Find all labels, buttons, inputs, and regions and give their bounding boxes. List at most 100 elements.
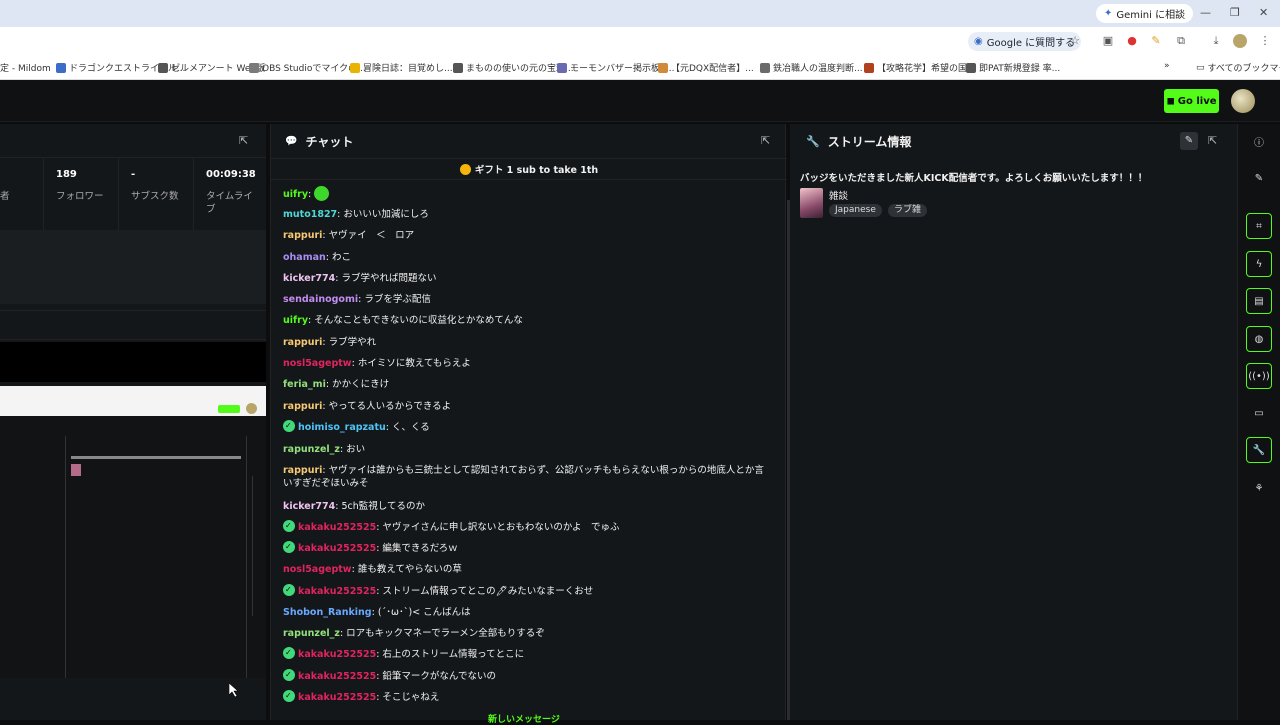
- chat-username[interactable]: rappuri: [283, 401, 322, 412]
- chat-username[interactable]: nosl5ageptw: [283, 358, 352, 369]
- stats-panel-header: ⇱: [0, 124, 266, 158]
- restore-icon[interactable]: ❐: [1230, 6, 1240, 19]
- chat-text: : 編集できるだろｗ: [376, 543, 458, 554]
- stream-preview[interactable]: [0, 386, 266, 678]
- chat-username[interactable]: kakaku252525: [298, 649, 376, 660]
- chat-text: : ヤヴァイ ＜ ロア: [322, 230, 415, 241]
- stat-label: フォロワー: [56, 191, 104, 202]
- chat-username[interactable]: ohaman: [283, 252, 326, 263]
- verified-badge-icon: [283, 688, 295, 704]
- stat-value: -: [131, 169, 136, 180]
- chat-message: rappuri: ラブ学やれ: [283, 335, 773, 351]
- chat-message: uifry: そんなこともできないのに収益化とかなめてんな: [283, 313, 773, 329]
- bolt-icon[interactable]: ϟ: [1246, 251, 1272, 277]
- chat-username[interactable]: kakaku252525: [298, 543, 376, 554]
- chat-username[interactable]: rappuri: [283, 337, 322, 348]
- broadcast-icon[interactable]: ((•)): [1246, 363, 1272, 389]
- bookmark-item[interactable]: 【元DQX配信者】...: [658, 61, 754, 74]
- profile-icon[interactable]: [1233, 34, 1247, 48]
- chat-message: feria_mi: かかくにきけ: [283, 377, 773, 393]
- chat-username[interactable]: feria_mi: [283, 379, 326, 390]
- share-icon[interactable]: ⚘: [1246, 475, 1272, 501]
- menu-icon[interactable]: ⋮: [1258, 34, 1272, 48]
- bookmark-favicon-icon: [658, 62, 668, 73]
- pen-extension-icon[interactable]: ✎: [1149, 34, 1163, 48]
- chat-username[interactable]: rapunzel_z: [283, 444, 340, 455]
- document-icon[interactable]: ▤: [1246, 288, 1272, 314]
- app-header: ◼ Go live: [0, 80, 1280, 122]
- close-icon[interactable]: ✕: [1259, 6, 1268, 19]
- info-icon[interactable]: ⓘ: [1246, 128, 1272, 154]
- google-lens-icon: ◉: [974, 36, 983, 47]
- chat-username[interactable]: kakaku252525: [298, 586, 376, 597]
- chat-message: kakaku252525: 鉛筆マークがなんでないの: [283, 667, 773, 685]
- chat-username[interactable]: Shobon_Ranking: [283, 607, 372, 618]
- stat-value: 189: [56, 169, 77, 180]
- chat-text: : ラブ学やれば問題ない: [335, 273, 437, 284]
- chat-message: sendainogomi: ラブを学ぶ配信: [283, 292, 773, 308]
- layers-icon[interactable]: ▭: [1246, 400, 1272, 426]
- new-messages-button[interactable]: 新しいメッセージ: [488, 712, 560, 725]
- minimize-icon[interactable]: —: [1200, 6, 1211, 19]
- tag-chip[interactable]: Japanese: [829, 204, 882, 217]
- chat-username[interactable]: uifry: [283, 189, 308, 200]
- bookmark-item[interactable]: 即PAT新規登録 率...: [966, 61, 1060, 74]
- chat-username[interactable]: rappuri: [283, 230, 322, 241]
- bookmark-favicon-icon: [966, 62, 976, 73]
- folder-icon: ▭: [1196, 62, 1205, 73]
- bookmark-item[interactable]: 冒険日誌：目覚めし...: [350, 61, 453, 74]
- popout-icon[interactable]: ⇱: [239, 134, 248, 147]
- bookmark-item[interactable]: 定 - Mildom: [0, 61, 51, 74]
- chat-username[interactable]: sendainogomi: [283, 294, 358, 305]
- chat-text: : ラブ学やれ: [322, 337, 377, 348]
- all-bookmarks[interactable]: ▭ すべてのブックマーク: [1196, 61, 1280, 75]
- chat-message: hoimiso_rapzatu: く、くる: [283, 418, 773, 436]
- chat-message: nosl5ageptw: 誰も教えてやらないの草: [283, 562, 773, 578]
- chat-username[interactable]: kakaku252525: [298, 522, 376, 533]
- star-icon[interactable]: ☆: [1068, 34, 1082, 48]
- user-avatar[interactable]: [1231, 89, 1255, 113]
- bookmark-favicon-icon: [557, 62, 567, 73]
- category-thumbnail[interactable]: [800, 188, 823, 218]
- chat-username[interactable]: kicker774: [283, 501, 335, 512]
- popout-icon[interactable]: ⇱: [761, 134, 770, 147]
- bookmarks-overflow-icon[interactable]: »: [1164, 61, 1170, 71]
- preview-info-panel: [65, 436, 247, 678]
- category-name[interactable]: 雑談: [829, 188, 848, 202]
- download-icon[interactable]: ⤓: [1209, 34, 1223, 48]
- bookmark-item[interactable]: モーモンバザー掲示板 |...: [557, 61, 674, 74]
- gift-banner-text: ギフト 1 sub to take 1th: [474, 165, 599, 176]
- chat-text: : そんなこともできないのに収益化とかなめてんな: [308, 315, 523, 326]
- chat-username[interactable]: rappuri: [283, 465, 322, 476]
- chat-username[interactable]: uifry: [283, 315, 308, 326]
- go-live-button[interactable]: ◼ Go live: [1164, 89, 1219, 113]
- gift-banner[interactable]: ギフト 1 sub to take 1th: [271, 158, 787, 180]
- bookmark-item[interactable]: まものの使いの元の宝珠...: [453, 61, 574, 74]
- chat-message: kicker774: ラブ学やれば問題ない: [283, 271, 773, 287]
- all-bookmarks-label: すべてのブックマーク: [1207, 64, 1280, 74]
- chat-username[interactable]: kicker774: [283, 273, 335, 284]
- puzzle-icon[interactable]: ⧉: [1174, 34, 1188, 48]
- bookmark-item[interactable]: 【攻略花学】希望の国...: [864, 61, 976, 74]
- chat-username[interactable]: hoimiso_rapzatu: [298, 422, 386, 433]
- google-ask-button[interactable]: ◉ Google に質問する: [968, 32, 1082, 51]
- stat-label: サブスク数: [131, 191, 179, 202]
- chat-text: : おいいい加減にしろ: [337, 209, 429, 220]
- chat-username[interactable]: nosl5ageptw: [283, 564, 352, 575]
- chat-icon[interactable]: ◍: [1246, 326, 1272, 352]
- record-icon[interactable]: ●: [1125, 34, 1139, 48]
- extension-icon[interactable]: ▣: [1101, 34, 1115, 48]
- bookmark-item[interactable]: 鉄冶職人の温度判断...: [760, 61, 863, 74]
- gemini-button[interactable]: ✦ Gemini に相談: [1096, 4, 1194, 23]
- pencil-icon[interactable]: ✎: [1246, 165, 1272, 191]
- popout-icon[interactable]: ⇱: [1208, 134, 1217, 147]
- wrench-tool-icon[interactable]: 🔧: [1246, 437, 1272, 463]
- chat-username[interactable]: rapunzel_z: [283, 628, 340, 639]
- tag-chip[interactable]: ラブ雑: [888, 204, 928, 217]
- chat-username[interactable]: muto1827: [283, 209, 337, 220]
- bookmark-item[interactable]: OBS Studioでマイクの...: [249, 61, 366, 74]
- chat-username[interactable]: kakaku252525: [298, 671, 376, 682]
- scan-icon[interactable]: ⌗: [1246, 213, 1272, 239]
- edit-pencil-icon[interactable]: ✎: [1180, 132, 1198, 150]
- chat-username[interactable]: kakaku252525: [298, 692, 376, 703]
